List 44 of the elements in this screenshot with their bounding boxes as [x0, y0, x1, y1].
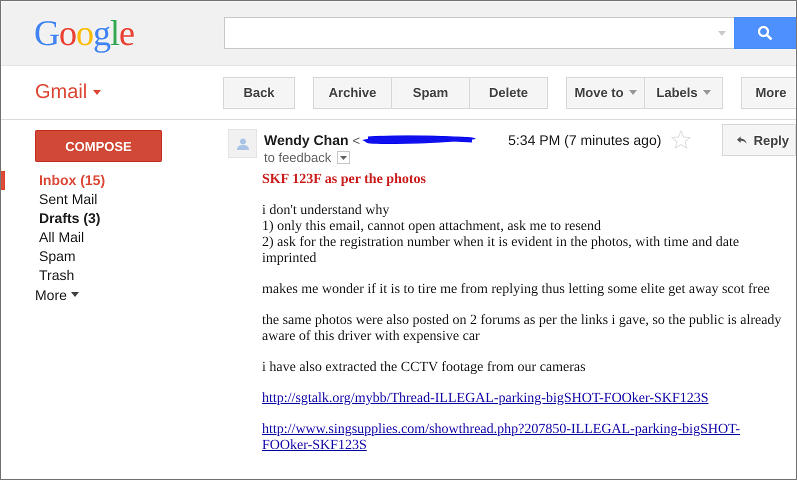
caret-icon	[628, 90, 637, 95]
search-icon	[757, 24, 773, 40]
google-logo: Google	[33, 12, 135, 54]
toolbar-button[interactable]: Move to	[566, 76, 645, 108]
message-link[interactable]: http://sgtalk.org/mybb/Thread-ILLEGAL-parking-bigSHOT-FOOker-SKF123S	[262, 391, 786, 407]
caret-icon	[70, 292, 79, 297]
gmail-menu[interactable]: Gmail	[1, 81, 224, 104]
person-icon	[236, 138, 248, 150]
toolbar-button[interactable]: Labels	[644, 76, 723, 108]
reply-button[interactable]: Reply	[722, 124, 796, 156]
search-button[interactable]	[734, 16, 796, 48]
toolbar-button[interactable]: Back	[223, 76, 295, 108]
caret-icon	[340, 156, 348, 160]
message-text: i don't understand why	[262, 203, 390, 219]
caret-icon	[702, 90, 711, 95]
caret-icon	[93, 90, 102, 95]
toolbar-button[interactable]: More	[741, 76, 796, 108]
message-time: 5:34 PM (7 minutes ago)	[508, 132, 662, 148]
reply-icon	[737, 134, 747, 146]
toolbar-button[interactable]: Spam	[391, 76, 470, 108]
message-text: makes me wonder if it is to tire me from replying thus letting some elite get away scot free	[262, 282, 771, 298]
sender-address: <	[352, 132, 360, 148]
more-link[interactable]: More	[1, 285, 228, 304]
sender-name: Wendy Chan	[264, 132, 349, 148]
message-text: 2) ask for the registration number when it is evident in the photos, with time and date imprinted	[262, 235, 740, 267]
message-text: i have also extracted the CCTV footage from our cameras	[262, 360, 587, 376]
folder-link[interactable]: Inbox (15)	[1, 171, 228, 190]
folder-link[interactable]: Spam	[1, 247, 228, 266]
dropdown-arrow-icon	[718, 30, 726, 36]
compose-button[interactable]: COMPOSE	[35, 130, 162, 162]
message-text: 1) only this email, cannot open attachment, ask me to resend	[262, 219, 602, 235]
message-text: the same photos were also posted on 2 forums as per the links i gave, so the public is already aware of this driver with expensive car	[262, 313, 782, 345]
search-field[interactable]	[224, 17, 734, 49]
star-icon[interactable]	[671, 130, 692, 150]
toolbar-button[interactable]: Archive	[313, 76, 392, 108]
toolbar-button[interactable]: Delete	[469, 76, 548, 108]
folder-link[interactable]: Sent Mail	[1, 190, 228, 209]
recipients-text: to feedback	[264, 150, 332, 165]
folder-link[interactable]: Drafts (3)	[1, 209, 228, 228]
folder-link[interactable]: Trash	[1, 266, 228, 285]
folder-link[interactable]: All Mail	[1, 228, 228, 247]
message-subject: SKF 123F as per the photos	[262, 172, 427, 188]
details-toggle[interactable]	[337, 151, 350, 164]
message-link[interactable]: http://www.singsupplies.com/showthread.php?207850-ILLEGAL-parking-bigSHOT-FOOker-SKF123S	[262, 422, 786, 454]
